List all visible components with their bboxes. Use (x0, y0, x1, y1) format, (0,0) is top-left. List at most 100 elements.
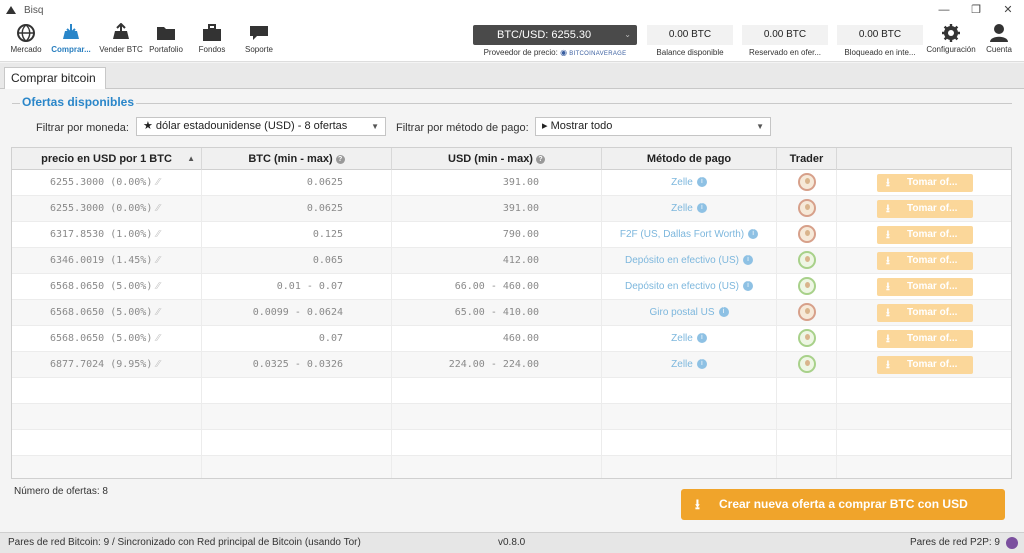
nav-comprar-button[interactable]: Comprar... (45, 23, 97, 54)
trader-avatar[interactable] (797, 329, 816, 348)
restore-icon[interactable]: ❐ (960, 0, 992, 20)
usd-amount-cell: 790.00 (392, 222, 602, 248)
take-offer-button[interactable]: ⭳ Tomar of... (877, 278, 973, 296)
trader-avatar[interactable] (797, 199, 816, 218)
info-icon[interactable]: i (742, 281, 753, 292)
trader-avatar[interactable] (797, 303, 816, 322)
download-icon: ⭳ (886, 255, 890, 267)
column-header-payment[interactable]: Método de pago (602, 148, 777, 170)
nav-portafolio-label: Portafolio (149, 45, 183, 54)
buy-icon (63, 24, 79, 39)
take-offer-button[interactable]: ⭳ Tomar of... (877, 304, 973, 322)
action-cell: ⭳ Tomar of... (837, 274, 1011, 300)
price-selector[interactable]: BTC/USD: 6255.30 ⌄ (473, 25, 637, 45)
close-icon[interactable]: ✕ (992, 0, 1024, 20)
payment-filter-label: Filtrar por método de pago: (396, 122, 529, 134)
empty-cell (12, 378, 202, 404)
chart-icon[interactable]: ⁄⁄ (156, 352, 159, 378)
take-offer-button[interactable]: ⭳ Tomar of... (877, 356, 973, 374)
column-header-price-label: precio en USD por 1 BTC (41, 153, 172, 165)
account-label: Cuenta (986, 45, 1012, 54)
chart-icon[interactable]: ⁄⁄ (156, 300, 159, 326)
take-offer-button[interactable]: ⭳ Tomar of... (877, 200, 973, 218)
info-icon[interactable]: i (696, 359, 707, 370)
take-offer-label: Tomar of... (907, 255, 958, 266)
table-row: 6568.0650 (5.00%) ⁄⁄ 0.0099 - 0.0624 65.00 … (12, 300, 1011, 326)
take-offer-label: Tomar of... (907, 229, 958, 240)
currency-filter-select[interactable]: ★ dólar estadounidense (USD) - 8 ofertas… (136, 117, 386, 136)
nav-portafolio-button[interactable]: Portafolio (146, 23, 186, 54)
take-offer-label: Tomar of... (907, 307, 958, 318)
column-header-price[interactable]: precio en USD por 1 BTC ▲ (12, 148, 202, 170)
chart-icon[interactable]: ⁄⁄ (156, 222, 159, 248)
nav-soporte-button[interactable]: Soporte (240, 23, 278, 54)
empty-cell (777, 456, 837, 478)
price-value: 6877.7024 (9.95%) (50, 359, 153, 370)
take-offer-button[interactable]: ⭳ Tomar of... (877, 330, 973, 348)
nav-fondos-button[interactable]: Fondos (193, 23, 231, 54)
take-offer-button[interactable]: ⭳ Tomar of... (877, 174, 973, 192)
tab-comprar-bitcoin[interactable]: Comprar bitcoin (4, 67, 106, 90)
payment-method-cell: Giro postal US i (602, 300, 777, 326)
help-icon: ? (535, 154, 545, 164)
btc-amount-cell: 0.0625 (202, 196, 392, 222)
payment-filter-select[interactable]: ▸ Mostrar todo ▼ (535, 117, 771, 136)
chart-icon[interactable]: ⁄⁄ (156, 274, 159, 300)
settings-button[interactable]: Configuración (926, 23, 976, 54)
chart-icon[interactable]: ⁄⁄ (156, 170, 159, 196)
nav-fondos-label: Fondos (198, 45, 226, 54)
download-icon: ⭳ (886, 203, 890, 215)
trader-avatar[interactable] (797, 173, 816, 192)
empty-cell (202, 404, 392, 430)
folder-icon (157, 27, 175, 40)
info-icon[interactable]: i (718, 307, 729, 318)
empty-cell (602, 404, 777, 430)
price-value: 6255.3000 (0.00%) (50, 177, 153, 188)
info-icon[interactable]: i (696, 203, 707, 214)
payment-method-label: Giro postal US (649, 307, 715, 318)
trader-avatar[interactable] (797, 277, 816, 296)
trader-avatar[interactable] (797, 355, 816, 374)
chart-icon[interactable]: ⁄⁄ (156, 326, 159, 352)
column-header-btc-label: BTC (min - max) (248, 153, 333, 165)
table-row: 6255.3000 (0.00%) ⁄⁄ 0.0625 391.00 Zelle i ⭳ To… (12, 170, 1011, 196)
column-header-usd[interactable]: USD (min - max)? (392, 148, 602, 170)
empty-cell (837, 404, 1011, 430)
trader-avatar[interactable] (797, 225, 816, 244)
nav-vender-button[interactable]: Vender BTC (98, 23, 144, 54)
info-icon[interactable]: i (696, 333, 707, 344)
usd-amount-cell: 412.00 (392, 248, 602, 274)
info-icon[interactable]: i (748, 229, 759, 240)
chart-icon[interactable]: ⁄⁄ (156, 196, 159, 222)
create-offer-button[interactable]: ⭳ Crear nueva oferta a comprar BTC con U… (681, 489, 1005, 520)
table-row: 6317.8530 (1.00%) ⁄⁄ 0.125 790.00 F2F (US, D… (12, 222, 1011, 248)
empty-cell (777, 378, 837, 404)
price-value: BTC/USD: 6255.30 (497, 29, 592, 41)
take-offer-button[interactable]: ⭳ Tomar of... (877, 226, 973, 244)
download-icon: ⭳ (886, 307, 890, 319)
minimize-icon[interactable]: — (928, 0, 960, 20)
table-row (12, 430, 1011, 456)
empty-cell (12, 404, 202, 430)
sort-asc-icon: ▲ (187, 154, 195, 163)
account-button[interactable]: Cuenta (984, 23, 1014, 54)
btc-amount-cell: 0.01 - 0.07 (202, 274, 392, 300)
column-header-btc[interactable]: BTC (min - max)? (202, 148, 392, 170)
info-icon[interactable]: i (742, 255, 753, 266)
balance-available-value: 0.00 BTC (647, 25, 733, 45)
table-header: precio en USD por 1 BTC ▲ BTC (min - max… (12, 148, 1011, 170)
payment-method-label: Zelle (671, 359, 693, 370)
price-value: 6568.0650 (5.00%) (50, 307, 153, 318)
trader-cell (777, 196, 837, 222)
trader-avatar[interactable] (797, 251, 816, 270)
chart-icon[interactable]: ⁄⁄ (156, 248, 159, 274)
take-offer-label: Tomar of... (907, 177, 958, 188)
action-cell: ⭳ Tomar of... (837, 222, 1011, 248)
chevron-down-icon: ▼ (371, 122, 379, 131)
info-icon[interactable]: i (696, 177, 707, 188)
take-offer-button[interactable]: ⭳ Tomar of... (877, 252, 973, 270)
btc-amount-cell: 0.07 (202, 326, 392, 352)
column-header-trader[interactable]: Trader (777, 148, 837, 170)
nav-mercado-button[interactable]: Mercado (8, 23, 44, 54)
payment-method-label: Depósito en efectivo (US) (625, 281, 739, 292)
